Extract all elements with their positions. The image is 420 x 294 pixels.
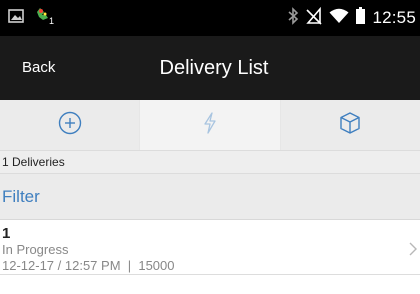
list-item[interactable]: 1 In Progress 12-12-17 / 12:57 PM | 1500… <box>0 221 420 275</box>
image-icon <box>8 8 24 28</box>
back-button[interactable]: Back <box>22 36 55 100</box>
status-right-icons: 12:55 <box>287 6 416 30</box>
add-icon <box>57 110 83 141</box>
package-icon <box>339 111 361 140</box>
delivery-meta: 12-12-17 / 12:57 PM | 15000 <box>2 258 175 273</box>
filter-label: Filter <box>2 187 40 206</box>
add-delivery-button[interactable] <box>0 100 139 150</box>
page-title: Delivery List <box>159 57 269 79</box>
delivery-id: 1 <box>2 225 11 242</box>
status-bar: 1 12:55 <box>0 0 420 36</box>
flash-icon <box>203 111 217 139</box>
no-signal-icon <box>306 6 323 30</box>
package-button[interactable] <box>281 100 420 150</box>
wifi-icon <box>329 8 349 29</box>
filter-button[interactable]: Filter <box>0 174 420 220</box>
battery-icon <box>356 7 366 29</box>
action-bar: Back Delivery List <box>0 36 420 100</box>
notification-badge: 1 <box>49 15 55 26</box>
deliveries-count: 1 Deliveries <box>0 150 420 174</box>
chevron-right-icon <box>408 241 418 262</box>
toolbar <box>0 100 420 150</box>
status-time: 12:55 <box>372 8 416 27</box>
app-notification-icon: 1 <box>34 6 54 31</box>
bluetooth-icon <box>287 6 299 30</box>
delivery-status: In Progress <box>2 242 69 257</box>
flash-button[interactable] <box>139 100 281 150</box>
status-left-icons: 1 <box>8 6 54 31</box>
